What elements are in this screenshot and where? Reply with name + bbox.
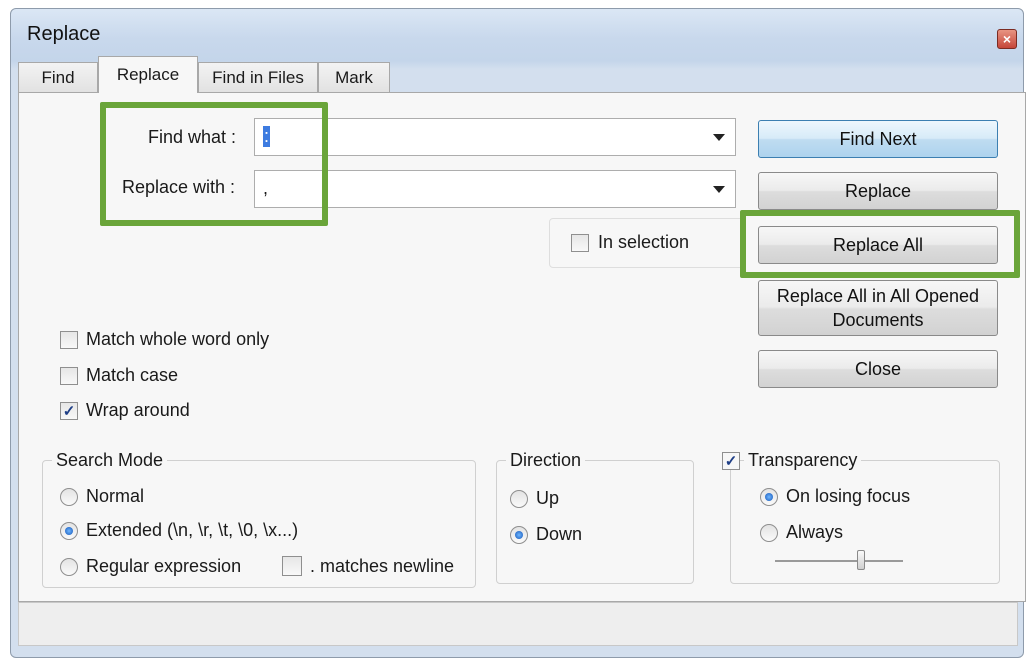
extended-label: Extended (\n, \r, \t, \0, \x...) [86, 520, 299, 540]
always-radio[interactable] [760, 524, 778, 542]
replace-all-label: Replace All [832, 235, 924, 255]
always-label: Always [786, 522, 844, 542]
on-losing-focus-radio[interactable] [760, 488, 778, 506]
transparency-checkbox[interactable]: ✓ [722, 452, 740, 470]
find-what-value: : [263, 126, 271, 147]
match-whole-word-label: Match whole word only [86, 329, 270, 349]
direction-up-radio[interactable] [510, 490, 528, 508]
tab-find-in-files[interactable]: Find in Files [198, 62, 318, 92]
dropdown-arrow-icon[interactable] [713, 186, 725, 193]
regular-expression-radio[interactable] [60, 558, 78, 576]
normal-label: Normal [86, 486, 145, 506]
close-button[interactable]: Close [758, 350, 998, 388]
regular-expression-label: Regular expression [86, 556, 242, 576]
match-whole-word-checkbox[interactable] [60, 331, 78, 349]
replace-with-input[interactable]: , [254, 170, 736, 208]
tab-label: Find in Files [212, 67, 304, 87]
on-losing-focus-label: On losing focus [786, 486, 911, 506]
direction-title: Direction [506, 450, 586, 471]
checkmark-icon: ✓ [724, 453, 738, 470]
checkmark-icon: ✓ [62, 403, 76, 420]
in-selection-label: In selection [598, 232, 690, 252]
replace-with-value: , [263, 178, 269, 198]
wrap-around-checkbox[interactable]: ✓ [60, 402, 78, 420]
replace-button[interactable]: Replace [758, 172, 998, 210]
tab-find[interactable]: Find [18, 62, 98, 92]
replace-all-opened-label-line1: Replace All in All Opened [776, 286, 980, 306]
direction-down-radio[interactable] [510, 526, 528, 544]
normal-radio[interactable] [60, 488, 78, 506]
replace-all-opened-button[interactable]: Replace All in All Opened Documents [758, 280, 998, 336]
direction-down-label: Down [536, 524, 583, 544]
match-case-checkbox[interactable] [60, 367, 78, 385]
find-next-label: Find Next [839, 129, 917, 149]
find-next-button[interactable]: Find Next [758, 120, 998, 158]
extended-radio[interactable] [60, 522, 78, 540]
matches-newline-label: . matches newline [310, 556, 455, 576]
tab-label: Replace [116, 65, 180, 84]
close-icon: × [1002, 31, 1012, 47]
replace-with-label: Replace with : [122, 177, 236, 197]
status-bar [18, 602, 1018, 646]
transparency-slider-track[interactable] [775, 560, 903, 562]
direction-up-label: Up [536, 488, 560, 508]
replace-label: Replace [844, 181, 912, 201]
transparency-slider-thumb[interactable] [857, 550, 865, 570]
match-case-label: Match case [86, 365, 179, 385]
find-what-input[interactable]: : [254, 118, 736, 156]
direction-group [496, 460, 694, 584]
window-title: Replace [27, 23, 101, 45]
transparency-label: Transparency [744, 450, 862, 471]
in-selection-checkbox[interactable] [571, 234, 589, 252]
close-label: Close [854, 359, 902, 379]
title-bar[interactable]: Replace × [11, 9, 1023, 61]
close-window-button[interactable]: × [997, 29, 1017, 49]
tab-mark[interactable]: Mark [318, 62, 390, 92]
tab-label: Mark [335, 67, 373, 87]
replace-all-opened-label-line2: Documents [832, 310, 924, 330]
replace-all-button[interactable]: Replace All [758, 226, 998, 264]
find-what-label: Find what : [148, 127, 237, 147]
wrap-around-label: Wrap around [86, 400, 190, 420]
dropdown-arrow-icon[interactable] [713, 134, 725, 141]
tab-label: Find [41, 67, 75, 87]
matches-newline-checkbox[interactable] [282, 556, 302, 576]
transparency-group [730, 460, 1000, 584]
tab-replace[interactable]: Replace [98, 56, 198, 93]
search-mode-title: Search Mode [52, 450, 168, 471]
